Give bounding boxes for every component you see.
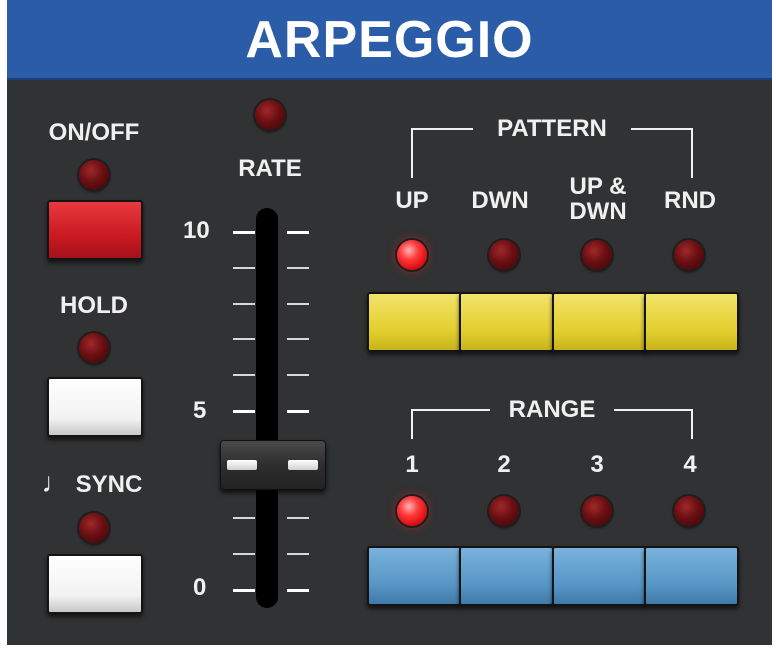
handle-grip-right [288, 459, 318, 470]
range-button-1[interactable] [367, 546, 462, 606]
onoff-button[interactable] [47, 200, 143, 260]
hold-button[interactable] [47, 377, 143, 437]
range-title: RANGE [490, 397, 614, 423]
pattern-option-up-label: UP [395, 187, 429, 214]
pattern-led-updwn [582, 240, 612, 270]
rate-scale-tick [233, 338, 255, 341]
rate-scale-tick [233, 374, 255, 377]
rate-scale-tick [287, 589, 309, 592]
header-bar: ARPEGGIO [7, 0, 772, 80]
handle-grip-left [227, 459, 257, 470]
rate-scale-tick [233, 410, 255, 413]
rate-slider-track[interactable] [256, 208, 278, 608]
rate-scale-tick [287, 374, 309, 377]
sync-led [79, 513, 109, 543]
pattern-button-up[interactable] [367, 292, 462, 352]
rate-scale-min: 0 [193, 574, 207, 601]
rate-scale-tick [287, 410, 309, 413]
range-option-1-label: 1 [405, 451, 419, 478]
hold-label: HOLD [60, 292, 128, 319]
pattern-button-dwn[interactable] [459, 292, 554, 352]
pattern-option-updwn-label: UP & DWN [569, 173, 627, 225]
range-led-3 [582, 496, 612, 526]
range-button-3[interactable] [552, 546, 647, 606]
rate-led [255, 100, 285, 130]
pattern-button-updwn[interactable] [552, 292, 647, 352]
rate-scale-tick [287, 302, 309, 305]
rate-scale-tick [233, 517, 255, 520]
rate-scale-tick [287, 517, 309, 520]
rate-scale-tick [287, 338, 309, 341]
pattern-title: PATTERN [473, 116, 631, 142]
rate-scale-tick [233, 302, 255, 305]
onoff-label: ON/OFF [48, 119, 140, 146]
range-led-2 [489, 496, 519, 526]
panel-title: ARPEGGIO [245, 11, 534, 69]
pattern-led-rnd [674, 240, 704, 270]
rate-scale-tick [233, 589, 255, 592]
rate-scale-mid: 5 [193, 397, 207, 424]
pattern-led-dwn [489, 240, 519, 270]
range-option-3-label: 3 [590, 451, 604, 478]
rate-scale-max: 10 [183, 217, 210, 244]
sync-label: SYNC [75, 471, 143, 498]
note-icon: ♩ [41, 467, 70, 498]
rate-scale-tick [287, 553, 309, 556]
sync-button[interactable] [47, 554, 143, 614]
rate-scale-tick [233, 553, 255, 556]
pattern-button-rnd[interactable] [644, 292, 739, 352]
pattern-option-rnd-label: RND [664, 187, 716, 214]
rate-slider-handle[interactable] [220, 439, 326, 490]
range-led-4 [674, 496, 704, 526]
range-option-2-label: 2 [497, 451, 511, 478]
range-button-2[interactable] [459, 546, 554, 606]
rate-scale-tick [233, 231, 255, 234]
hold-led [79, 333, 109, 363]
onoff-led [79, 160, 109, 190]
rate-scale-tick [233, 266, 255, 269]
range-led-1 [397, 496, 427, 526]
rate-scale-tick [287, 266, 309, 269]
rate-label: RATE [238, 155, 302, 182]
sync-label-group: ♩ SYNC [22, 467, 162, 498]
range-button-4[interactable] [644, 546, 739, 606]
rate-scale-tick [287, 231, 309, 234]
range-option-4-label: 4 [683, 451, 697, 478]
arpeggio-panel: ARPEGGIO ON/OFF HOLD ♩ SYNC RATE 10 5 0 P… [7, 0, 772, 645]
pattern-option-dwn-label: DWN [471, 187, 529, 214]
pattern-led-up [397, 240, 427, 270]
